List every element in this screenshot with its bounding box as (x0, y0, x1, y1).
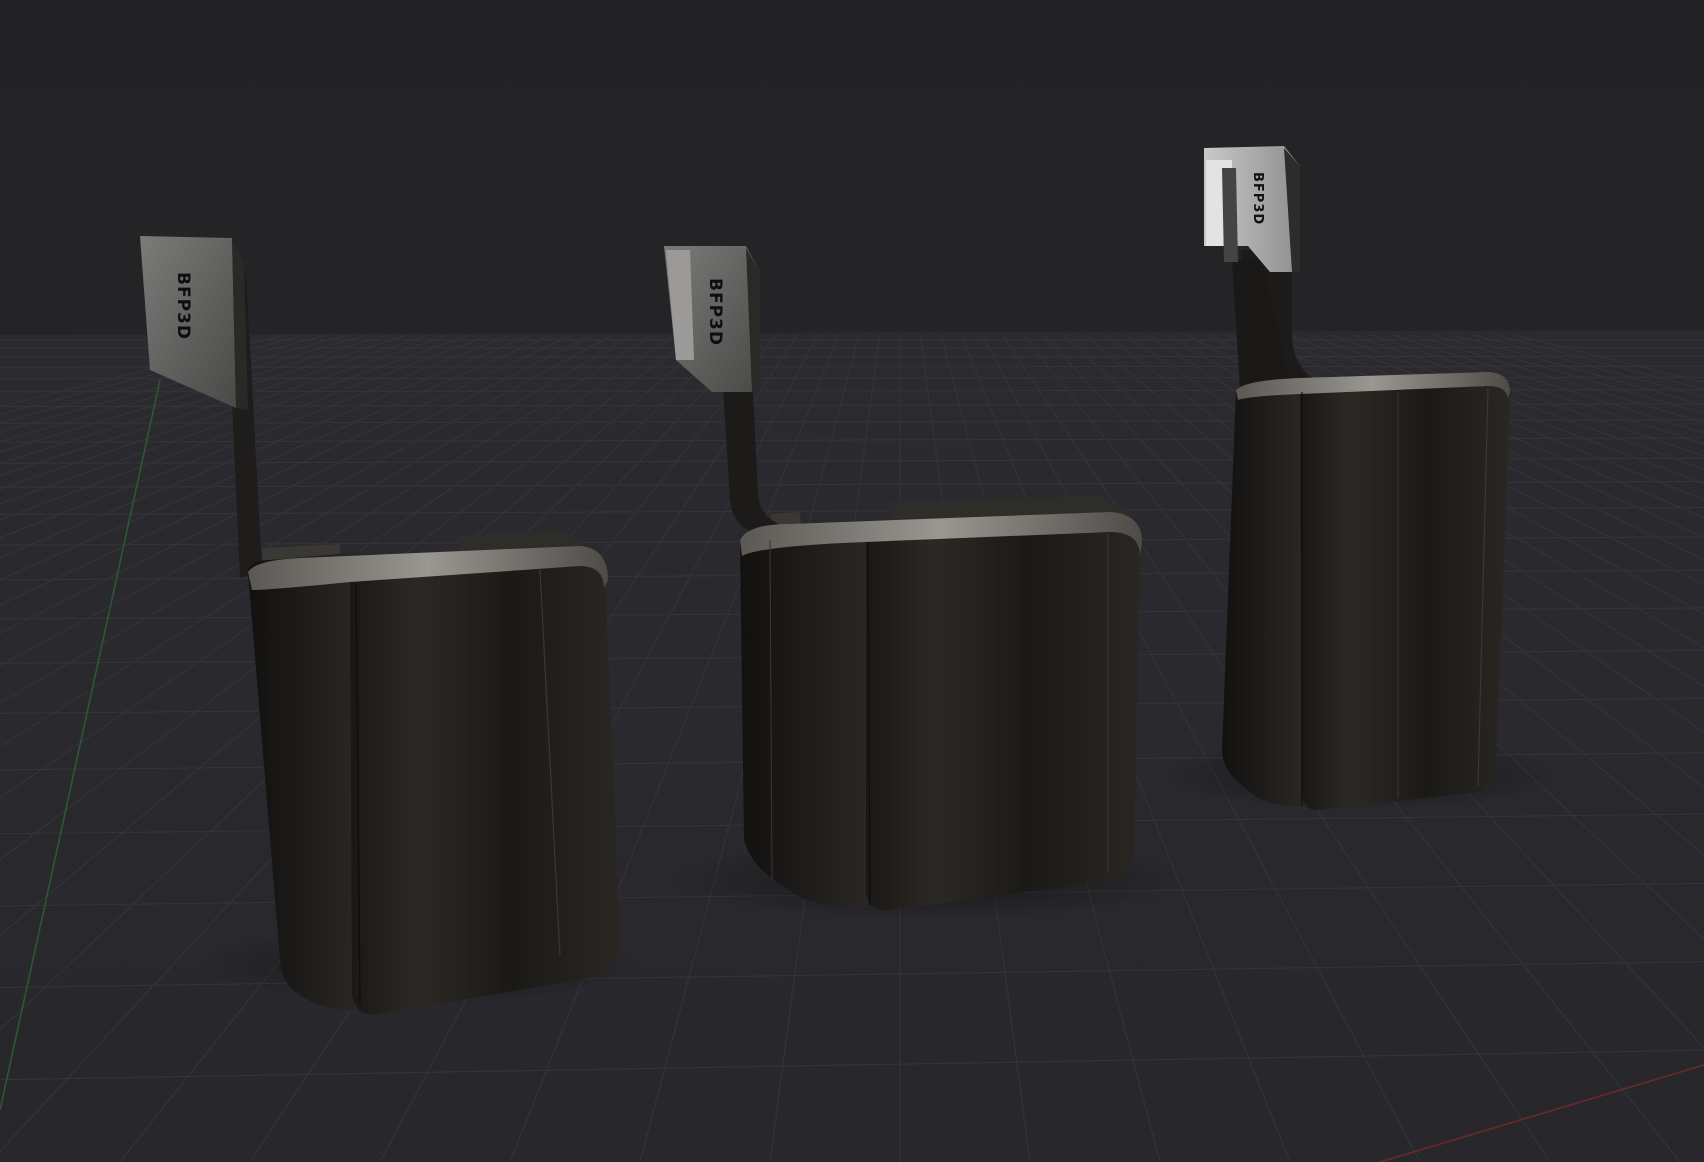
middle-engraving: BFP3D (705, 278, 725, 346)
3d-viewport[interactable]: BFP3D BFP3D BFP3D (0, 0, 1704, 1162)
scene-render: BFP3D BFP3D BFP3D (0, 0, 1704, 1162)
grid-line (0, 355, 1704, 358)
left-engraving: BFP3D (173, 272, 193, 340)
right-engraving: BFP3D (1250, 172, 1265, 225)
